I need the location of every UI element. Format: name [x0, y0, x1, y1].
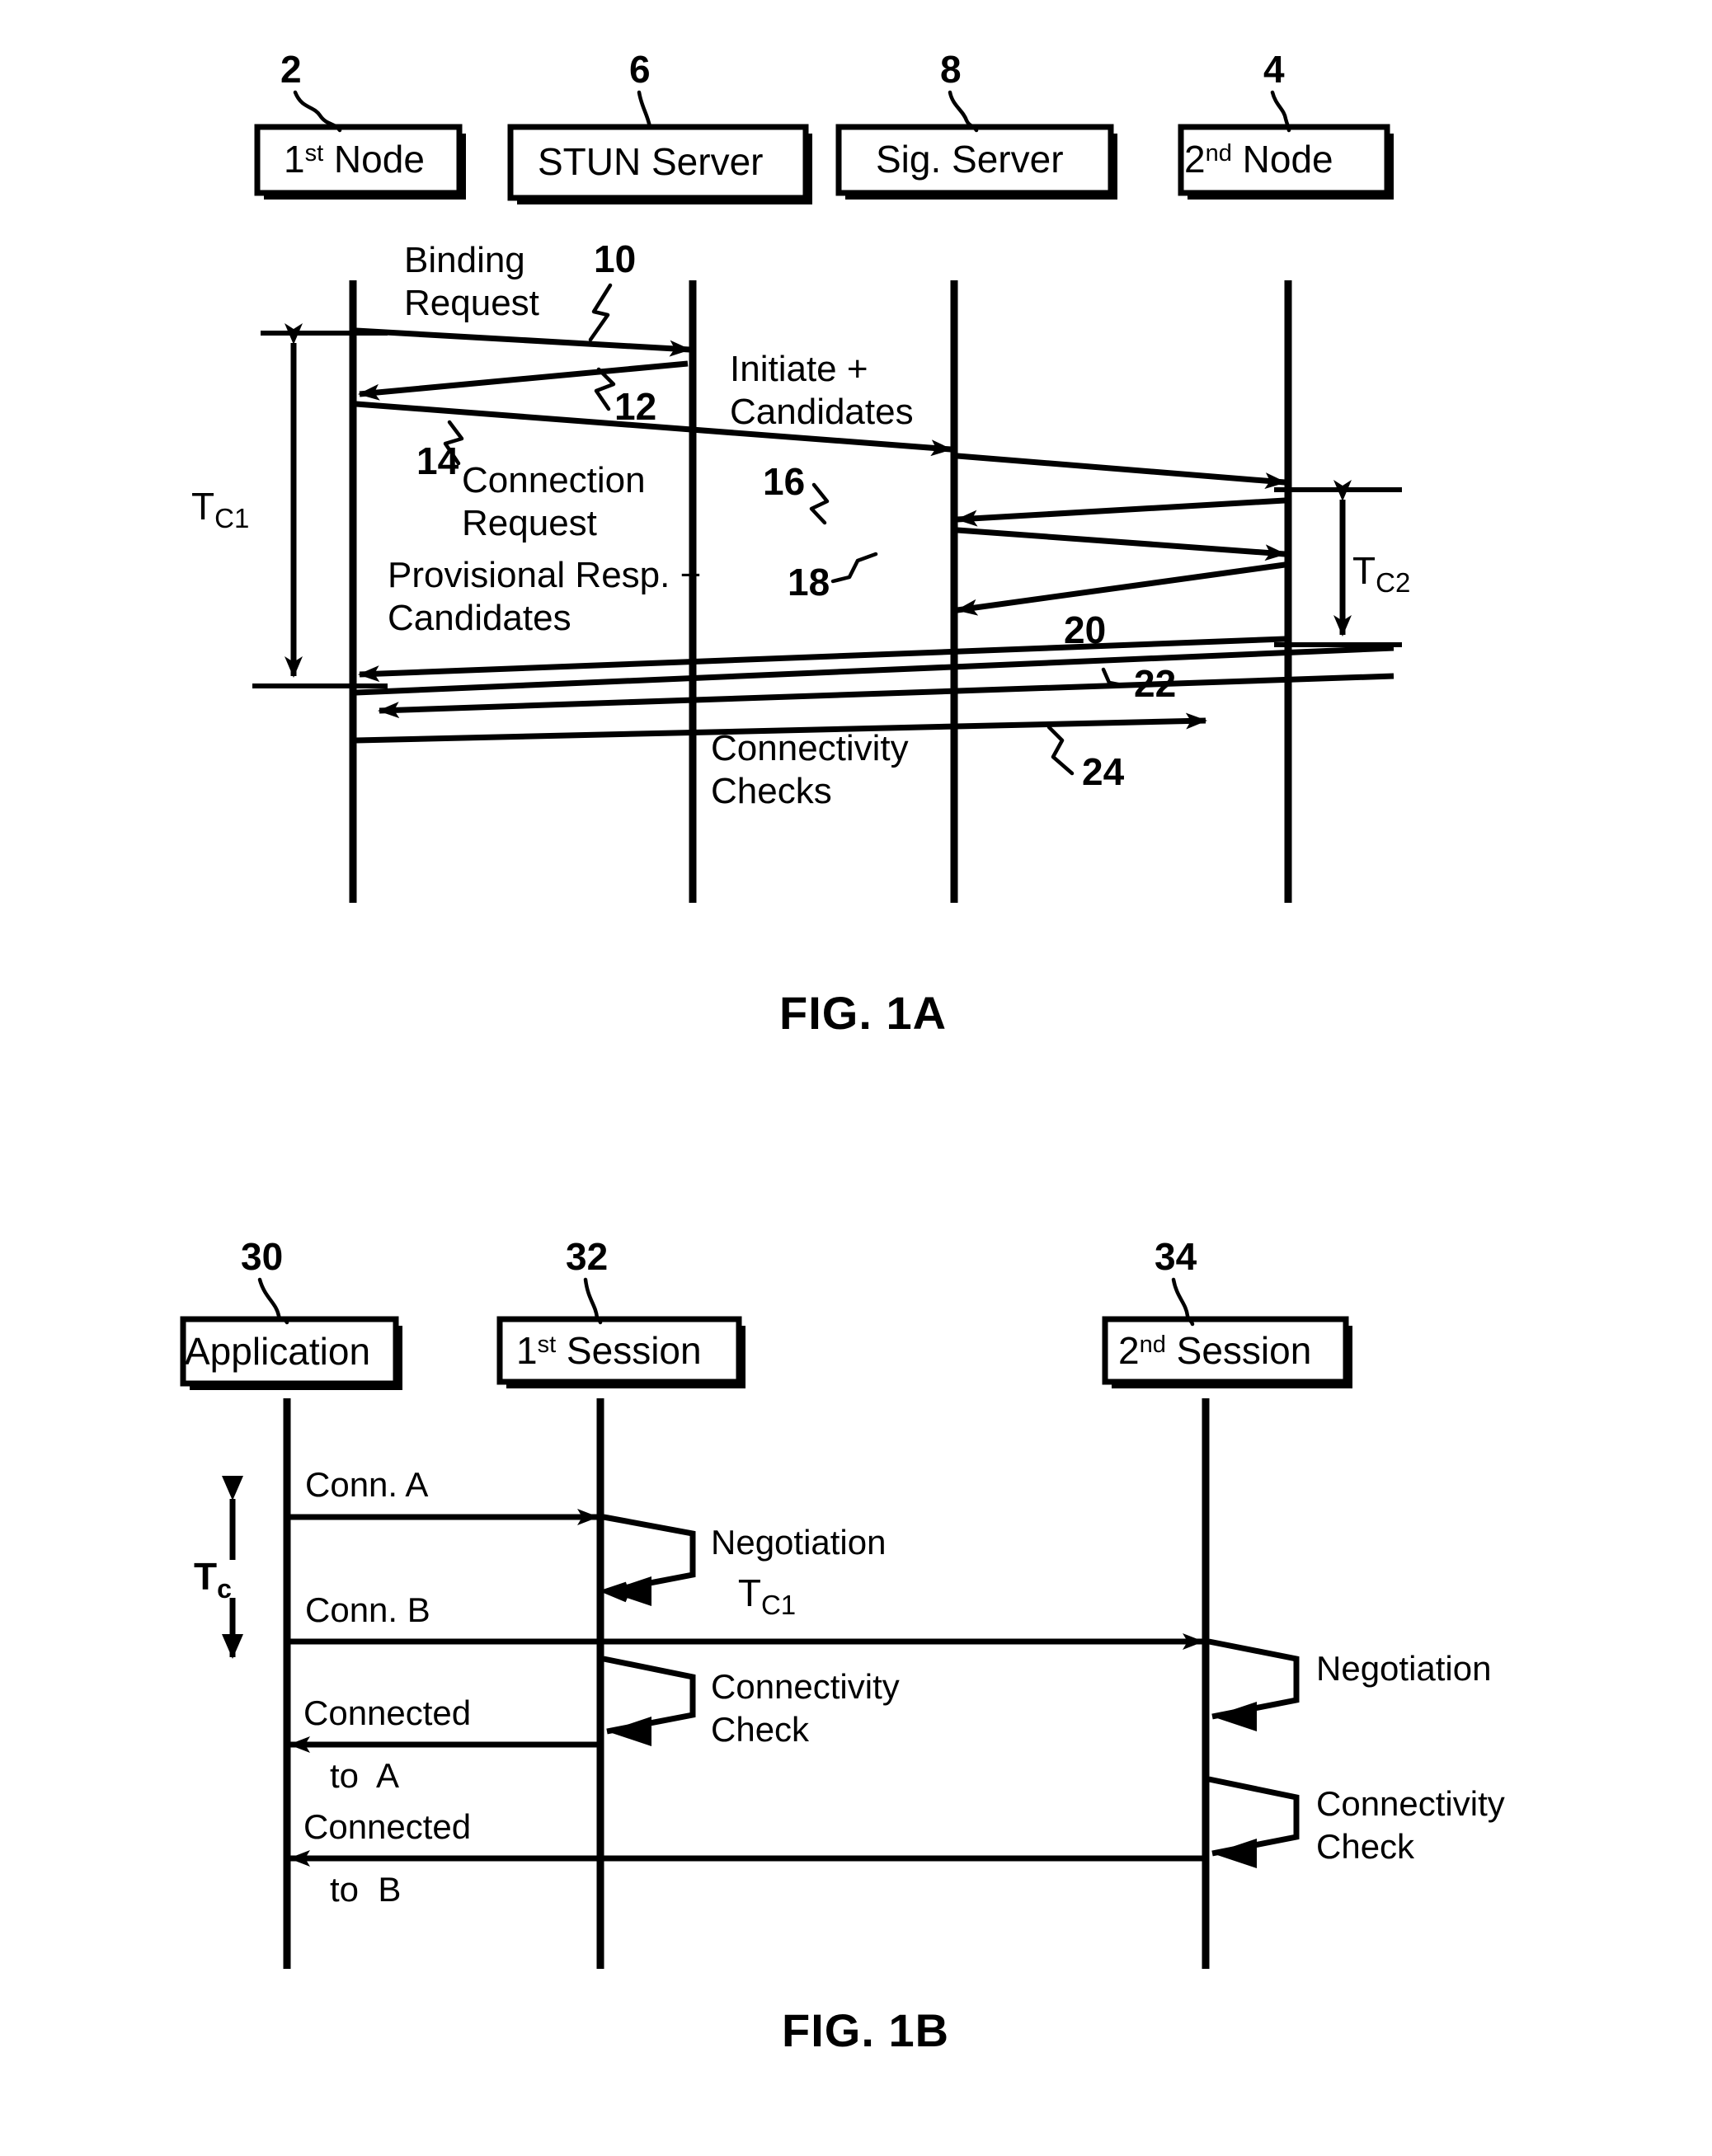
participant-box-application[interactable]: Application: [180, 1316, 402, 1390]
participant-label-sig-server: Sig. Server: [876, 138, 1064, 181]
message-label-connected-to-b-line2: to B: [330, 1870, 401, 1909]
message-label-conn-a: Conn. A: [305, 1465, 428, 1504]
duration-label-tc2: TC2: [1352, 549, 1410, 598]
message-label-connectivity-checks-line1: Connectivity: [711, 728, 909, 768]
duration-tc1: TC1: [191, 323, 388, 688]
message-label-initiate-line1: Initiate +: [730, 349, 868, 389]
ref-numeral-18: 18: [788, 561, 830, 604]
self-loop-negotiation-2nd-session[interactable]: [1208, 1638, 1300, 1731]
ref-numeral-12-group: 12: [594, 367, 656, 428]
figure-caption-1a: FIG. 1A: [779, 987, 947, 1039]
ref-numeral-4-group: 4: [1263, 48, 1291, 133]
patent-drawing-sheet: 1st Node STUN Server Sig. Server 2nd Nod…: [0, 0, 1712, 2156]
participant-label-application: Application: [185, 1330, 370, 1373]
participant-box-stun-server[interactable]: STUN Server: [507, 124, 812, 204]
self-loop-connectivity-check-2nd-session[interactable]: [1208, 1776, 1300, 1868]
ref-numeral-32-group: 32: [566, 1235, 608, 1325]
ref-numeral-24-group: 24: [1046, 725, 1125, 793]
message-arrow-return-lower[interactable]: [378, 673, 1395, 719]
message-arrow-16[interactable]: [956, 497, 1286, 527]
self-loop-negotiation-1st-session[interactable]: [599, 1514, 696, 1606]
participant-label-stun-server: STUN Server: [538, 140, 763, 183]
ref-numeral-8-group: 8: [940, 48, 979, 133]
ref-numeral-18-group: 18: [788, 552, 878, 604]
figure-caption-1b: FIG. 1B: [782, 2004, 949, 2056]
ref-numeral-10: 10: [594, 237, 636, 280]
ref-numeral-16-group: 16: [763, 460, 830, 525]
participant-box-1st-session[interactable]: 1st Session: [496, 1316, 745, 1388]
duration-label-tc: Tc: [194, 1555, 232, 1604]
participant-box-2nd-node[interactable]: 2nd Node: [1178, 124, 1394, 200]
self-loop-label-connectivity-2nd-line1: Connectivity: [1316, 1784, 1505, 1823]
ref-numeral-10-group: 10: [588, 237, 636, 342]
ref-numeral-30-group: 30: [241, 1235, 289, 1325]
message-label-conn-b: Conn. B: [305, 1590, 430, 1629]
self-loop-label-negotiation-1st: Negotiation: [711, 1523, 886, 1562]
ref-numeral-14: 14: [416, 439, 459, 482]
message-label-binding-request-line1: Binding: [404, 240, 525, 280]
self-loop-label-negotiation-2nd: Negotiation: [1316, 1649, 1491, 1688]
self-loop-label-connectivity-2nd-line2: Check: [1316, 1827, 1415, 1866]
message-label-connected-to-a-line2: to A: [330, 1756, 399, 1795]
self-loop-connectivity-check-1st-session[interactable]: [603, 1656, 696, 1746]
duration-label-tc1: TC1: [191, 485, 249, 533]
message-label-connected-to-a-line1: Connected: [303, 1693, 471, 1732]
ref-numeral-6: 6: [629, 48, 651, 91]
figure-1b: Application 1st Session 2nd Session 30 3…: [180, 1235, 1505, 2056]
message-label-provisional-line2: Candidates: [388, 598, 571, 638]
duration-tc2: TC2: [1274, 480, 1410, 647]
ref-numeral-6-group: 6: [629, 48, 652, 129]
ref-numeral-32: 32: [566, 1235, 608, 1278]
participant-box-2nd-session[interactable]: 2nd Session: [1102, 1316, 1352, 1388]
ref-numeral-30: 30: [241, 1235, 283, 1278]
participant-box-sig-server[interactable]: Sig. Server: [835, 124, 1117, 200]
self-loop-label-connectivity-1st-line2: Check: [711, 1710, 810, 1749]
duration-tc: Tc: [194, 1476, 243, 1659]
ref-numeral-16: 16: [763, 460, 805, 503]
self-loop-label-tc1: TC1: [738, 1571, 796, 1620]
message-label-connected-to-b-line1: Connected: [303, 1807, 471, 1846]
message-arrow-10[interactable]: [355, 327, 691, 357]
ref-numeral-34-group: 34: [1155, 1235, 1197, 1327]
ref-numeral-20: 20: [1064, 608, 1106, 651]
ref-numeral-8: 8: [940, 48, 962, 91]
message-arrow-initiate-candidates[interactable]: [957, 453, 1286, 490]
message-label-binding-request-line2: Request: [404, 283, 539, 323]
message-label-initiate-line2: Candidates: [730, 392, 914, 432]
ref-numeral-2: 2: [280, 48, 302, 91]
ref-numeral-34: 34: [1155, 1235, 1197, 1278]
message-arrow-provisional-response[interactable]: [956, 561, 1286, 616]
message-label-connectivity-checks-line2: Checks: [711, 771, 832, 811]
ref-numeral-2-group: 2: [280, 48, 342, 133]
participant-box-1st-node[interactable]: 1st Node: [254, 124, 466, 200]
message-arrow-18[interactable]: [957, 527, 1286, 561]
self-loop-label-connectivity-1st-line1: Connectivity: [711, 1667, 900, 1706]
message-label-connection-request-line2: Request: [462, 503, 597, 543]
message-label-connection-request-line1: Connection: [462, 460, 646, 500]
ref-numeral-24: 24: [1082, 750, 1125, 793]
figure-1a: 1st Node STUN Server Sig. Server 2nd Nod…: [191, 48, 1410, 1039]
ref-numeral-14-group: 14: [416, 420, 464, 482]
ref-numeral-4: 4: [1263, 48, 1285, 91]
message-label-provisional-line1: Provisional Resp. +: [388, 555, 701, 595]
